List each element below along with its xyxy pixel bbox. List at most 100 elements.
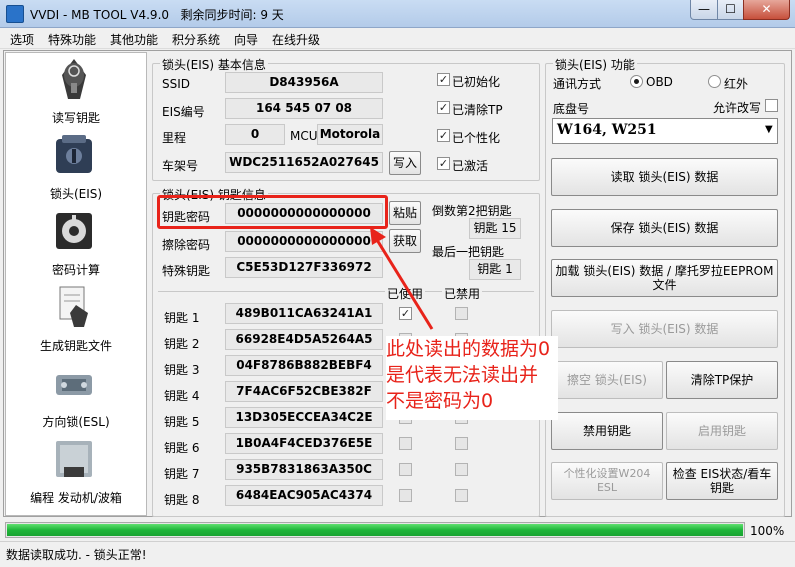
ecu-icon (56, 441, 92, 477)
progress-fill (7, 524, 743, 536)
tp-cleared-checkbox[interactable]: ✓ (437, 101, 450, 114)
eis-lock-icon (56, 135, 92, 173)
key-1-label: 钥匙 1 (164, 311, 200, 325)
second-last-key-label: 倒数第2把钥匙 (432, 204, 512, 218)
chassis-select-value: W164, W251 (557, 122, 657, 138)
key-2-label: 钥匙 2 (164, 337, 200, 351)
eis-basic-info-title: 锁头(EIS) 基本信息 (160, 56, 268, 73)
key-8-used-checkbox[interactable] (399, 489, 412, 502)
key-3-field: 04F8786B882BEBF4 (225, 355, 383, 376)
last-key-field: 钥匙 1 (469, 259, 521, 280)
sidebar-item-eis[interactable]: 锁头(EIS) (6, 131, 146, 207)
sidebar-item-label: 方向锁(ESL) (42, 415, 110, 429)
steering-lock-icon (56, 375, 92, 395)
chassis-select[interactable]: W164, W251 ▼ (552, 118, 778, 144)
mileage-label: 里程 (162, 131, 187, 145)
initialized-checkbox[interactable]: ✓ (437, 73, 450, 86)
chevron-down-icon: ▼ (765, 124, 773, 135)
activated-checkbox[interactable]: ✓ (437, 157, 450, 170)
key-7-label: 钥匙 7 (164, 467, 200, 481)
sidebar-item-label: 锁头(EIS) (49, 187, 103, 201)
load-eis-data-button[interactable]: 加载 锁头(EIS) 数据 / 摩托罗拉EEPROM 文件 (551, 259, 778, 297)
infrared-radio[interactable] (708, 75, 721, 88)
ssid-label: SSID (162, 77, 191, 91)
close-button[interactable]: ✕ (743, 0, 790, 20)
save-eis-data-button[interactable]: 保存 锁头(EIS) 数据 (551, 209, 778, 247)
paste-button[interactable]: 粘贴 (389, 201, 421, 225)
obd-label: OBD (646, 75, 673, 89)
infrared-label: 红外 (724, 77, 749, 91)
key-6-label: 钥匙 6 (164, 441, 200, 455)
comm-mode-label: 通讯方式 (553, 77, 602, 91)
window-title: VVDI - MB TOOL V4.9.0 剩余同步时间: 9 天 (30, 8, 284, 22)
mcu-label: MCU (290, 129, 318, 143)
key-8-label: 钥匙 8 (164, 493, 200, 507)
key-4-label: 钥匙 4 (164, 389, 200, 403)
key-5-field: 13D305ECCEA34C2E (225, 407, 383, 428)
obd-radio[interactable] (630, 75, 643, 88)
mcu-field: Motorola (317, 124, 383, 145)
status-text: 数据读取成功. - 锁头正常! (6, 548, 147, 562)
minimize-button[interactable]: — (690, 0, 718, 20)
check-eis-status-button[interactable]: 检查 EIS状态/看车钥匙 (666, 462, 778, 500)
disable-key-button[interactable]: 禁用钥匙 (551, 412, 663, 450)
key-4-field: 7F4AC6F52CBE382F (225, 381, 383, 402)
password-calc-icon (56, 213, 92, 249)
key-6-field: 1B0A4F4CED376E5E (225, 433, 383, 454)
sidebar-item-esl[interactable]: 方向锁(ESL) (6, 359, 146, 435)
key-6-disabled-checkbox[interactable] (455, 437, 468, 450)
personalize-w204-esl-button[interactable]: 个性化设置W204 ESL (551, 462, 663, 500)
annotation-line-2: 是代表无法读出并 (386, 364, 539, 386)
write-eis-data-button[interactable]: 写入 锁头(EIS) 数据 (551, 310, 778, 348)
enable-key-button[interactable]: 启用钥匙 (666, 412, 778, 450)
key-6-used-checkbox[interactable] (399, 437, 412, 450)
erase-eis-button[interactable]: 擦空 锁头(EIS) (551, 361, 663, 399)
key-1-disabled-checkbox[interactable] (455, 307, 468, 320)
title-bar: VVDI - MB TOOL V4.9.0 剩余同步时间: 9 天 — ☐ ✕ (0, 0, 795, 28)
key-3-label: 钥匙 3 (164, 363, 200, 377)
key-7-field: 935B7831863A350C (225, 459, 383, 480)
app-logo-icon (6, 5, 24, 23)
sidebar-item-password-calc[interactable]: 密码计算 (6, 207, 146, 283)
sidebar-item-read-write-key[interactable]: 读写钥匙 (6, 55, 146, 131)
clear-tp-protection-button[interactable]: 清除TP保护 (666, 361, 778, 399)
sidebar-item-label: 编程 发动机/波箱 (30, 491, 122, 505)
menu-points-system[interactable]: 积分系统 (172, 31, 220, 48)
key-file-icon (59, 286, 88, 327)
key-5-label: 钥匙 5 (164, 415, 200, 429)
key-fob-icon (62, 59, 86, 99)
personalized-checkbox[interactable]: ✓ (437, 129, 450, 142)
menu-options[interactable]: 选项 (10, 31, 34, 48)
tp-cleared-label: 已清除TP (452, 103, 503, 117)
personalized-label: 已个性化 (452, 131, 501, 145)
menu-other-functions[interactable]: 其他功能 (110, 31, 158, 48)
ssid-field: D843956A (225, 72, 383, 93)
erase-password-label: 擦除密码 (162, 238, 211, 252)
sidebar-item-engine-gearbox[interactable]: 编程 发动机/波箱 (6, 435, 146, 511)
key-8-disabled-checkbox[interactable] (455, 489, 468, 502)
vin-field: WDC2511652A027645 (225, 152, 383, 173)
menu-wizard[interactable]: 向导 (234, 31, 258, 48)
sidebar-item-label: 生成钥匙文件 (39, 339, 112, 353)
menu-special-functions[interactable]: 特殊功能 (48, 31, 96, 48)
chassis-label: 底盘号 (553, 102, 590, 116)
menu-bar: 选项 特殊功能 其他功能 积分系统 向导 在线升级 (0, 28, 795, 49)
write-vin-button[interactable]: 写入 (389, 151, 421, 175)
status-bar: 数据读取成功. - 锁头正常! (0, 541, 795, 567)
eis-number-label: EIS编号 (162, 105, 205, 119)
key-7-used-checkbox[interactable] (399, 463, 412, 476)
annotation-highlight-box (157, 195, 388, 229)
initialized-label: 已初始化 (452, 75, 501, 89)
activated-label: 已激活 (452, 159, 489, 173)
allow-edit-checkbox[interactable] (765, 99, 778, 112)
menu-online-update[interactable]: 在线升级 (272, 31, 320, 48)
sidebar: 读写钥匙 锁头(EIS) 密码计算 生成钥匙文件 方向锁(ESL) 编程 发动机… (5, 52, 147, 516)
vin-label: 车架号 (162, 159, 199, 173)
key-7-disabled-checkbox[interactable] (455, 463, 468, 476)
sidebar-item-key-file[interactable]: 生成钥匙文件 (6, 283, 146, 359)
allow-edit-label: 允许改写 (713, 101, 762, 115)
second-last-key-field: 钥匙 15 (469, 218, 521, 239)
read-eis-data-button[interactable]: 读取 锁头(EIS) 数据 (551, 158, 778, 196)
maximize-button[interactable]: ☐ (717, 0, 744, 20)
special-key-label: 特殊钥匙 (162, 264, 211, 278)
